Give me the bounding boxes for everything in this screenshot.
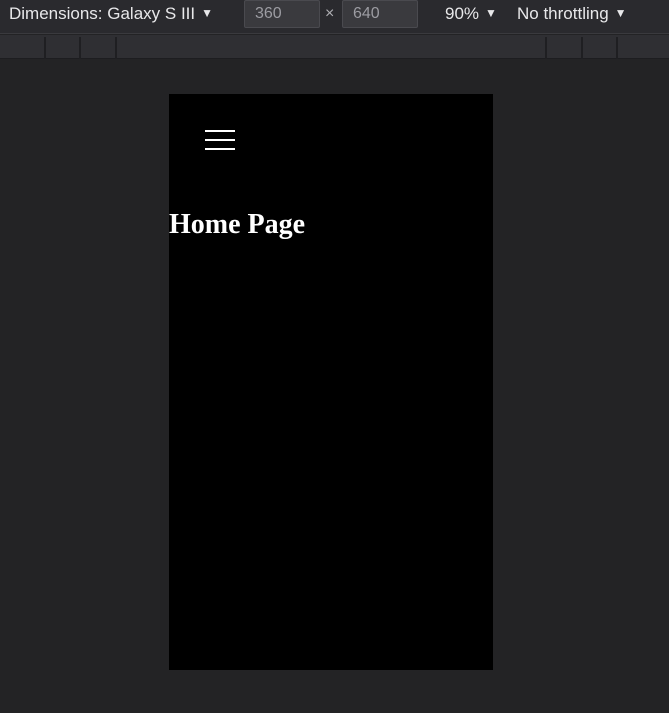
throttling-label: No throttling bbox=[517, 4, 609, 23]
zoom-dropdown[interactable]: 90% ▼ bbox=[445, 0, 497, 34]
device-selector-dropdown[interactable]: Dimensions: Galaxy S III ▼ bbox=[9, 0, 213, 34]
hamburger-menu-icon[interactable] bbox=[205, 130, 235, 152]
ruler-marker bbox=[44, 37, 46, 59]
viewport-width-input[interactable]: 360 bbox=[244, 0, 320, 28]
caret-down-icon: ▼ bbox=[485, 6, 497, 20]
responsive-design-toolbar: Dimensions: Galaxy S III ▼ 360 × 640 90% ▼… bbox=[0, 0, 669, 34]
caret-down-icon: ▼ bbox=[201, 6, 214, 20]
page-title: Home Page bbox=[169, 209, 306, 240]
zoom-label: 90% bbox=[445, 4, 480, 23]
viewport-height-input[interactable]: 640 bbox=[342, 0, 418, 28]
ruler-marker bbox=[79, 37, 81, 59]
ruler-marker bbox=[545, 37, 547, 59]
ruler-marker bbox=[581, 37, 583, 59]
ruler-marker bbox=[616, 37, 618, 59]
throttling-dropdown[interactable]: No throttling ▼ bbox=[517, 0, 627, 34]
breakpoint-ruler bbox=[0, 35, 669, 59]
device-viewport: Home Page bbox=[169, 94, 493, 670]
ruler-marker bbox=[115, 37, 117, 59]
dimension-separator: × bbox=[325, 5, 335, 22]
device-selector-label: Dimensions: Galaxy S III bbox=[9, 4, 196, 23]
caret-down-icon: ▼ bbox=[614, 6, 627, 20]
